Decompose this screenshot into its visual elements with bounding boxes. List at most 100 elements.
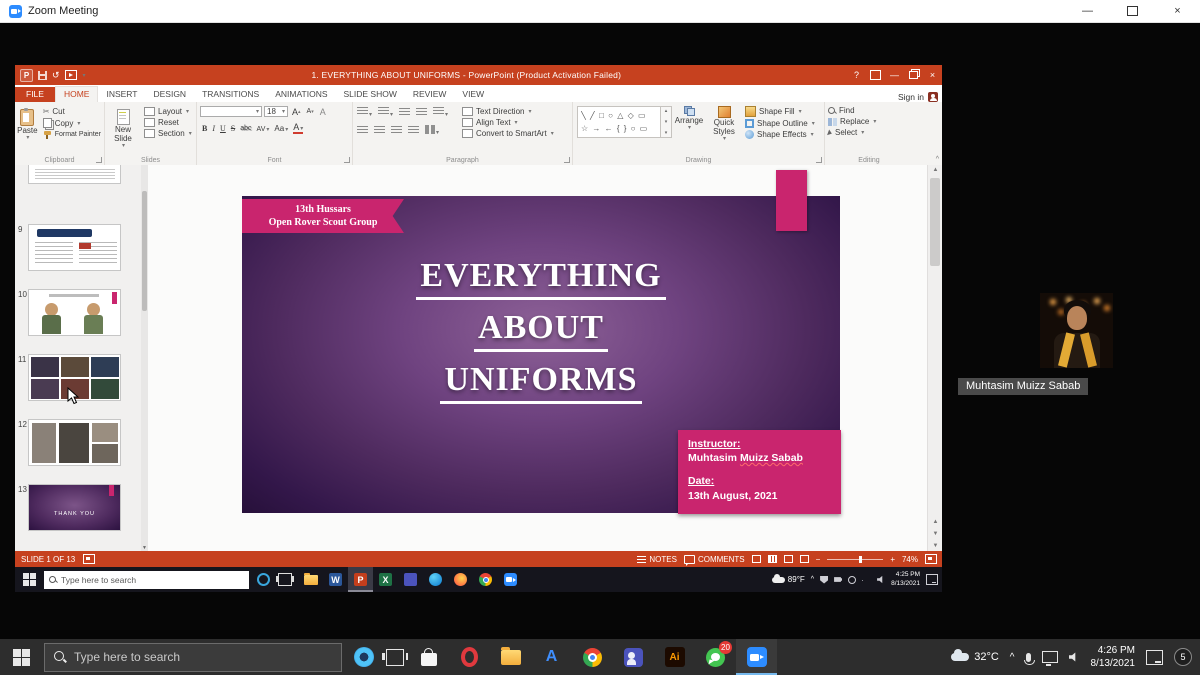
notes-toggle[interactable]: NOTES — [637, 555, 677, 564]
shapes-gallery-scroll[interactable]: ▴ ▾ ▾ — [661, 106, 672, 138]
paste-button[interactable]: Paste ▾ — [15, 105, 40, 165]
grow-font-button[interactable]: A▴ — [290, 107, 303, 117]
font-color-button[interactable]: A▾ — [293, 122, 303, 134]
canvas-scrollbar[interactable]: ▲ ▲ ▼ ▼ — [927, 165, 942, 551]
convert-to-smartart-button[interactable]: Convert to SmartArt▾ — [459, 128, 557, 139]
remote-weather-widget[interactable]: 89°F — [772, 575, 805, 584]
zoom-out-button[interactable]: − — [816, 555, 821, 564]
wifi-icon[interactable] — [862, 578, 865, 581]
font-size-combo[interactable]: 18▾ — [264, 106, 288, 117]
bold-button[interactable]: B — [202, 124, 207, 133]
character-spacing-button[interactable]: AV▾ — [257, 124, 270, 133]
numbering-button[interactable]: ▾ — [378, 107, 393, 118]
quick-styles-button[interactable]: Quick Styles ▾ — [706, 102, 742, 165]
volume-icon[interactable] — [1069, 652, 1080, 662]
new-slide-button[interactable]: New Slide ▾ — [105, 105, 141, 165]
undo-icon[interactable]: ↺ — [52, 70, 60, 81]
remote-firefox-button[interactable] — [448, 567, 473, 592]
host-search-box[interactable]: Type here to search — [44, 643, 342, 672]
comments-toggle[interactable]: COMMENTS — [684, 555, 745, 564]
remote-chrome-button[interactable] — [473, 567, 498, 592]
slide-info-textbox[interactable]: Instructor: Muhtasim Muizz Sabab Date: 1… — [678, 430, 841, 514]
font-name-combo[interactable]: ▾ — [200, 106, 262, 117]
find-button[interactable]: Find — [825, 105, 913, 116]
increase-indent-icon[interactable] — [416, 108, 427, 117]
underline-button[interactable]: U — [220, 124, 226, 133]
participant-video[interactable] — [1040, 293, 1113, 368]
slide-title-textbox[interactable]: EVERYTHING ABOUT UNIFORMS — [242, 257, 840, 413]
clipboard-dialog-launcher-icon[interactable] — [96, 157, 102, 163]
decrease-indent-icon[interactable] — [399, 108, 410, 117]
minimize-button[interactable]: — — [1065, 0, 1110, 22]
reset-button[interactable]: Reset — [141, 117, 195, 128]
start-slideshow-icon[interactable] — [65, 70, 77, 80]
remote-powerpoint-button[interactable]: P — [348, 567, 373, 592]
text-direction-button[interactable]: Text Direction▾ — [459, 106, 557, 117]
shapes-gallery[interactable]: ╲ ╱ □ ○ △ ◇ ▭ ☆ → ← { } ○ ▭ — [577, 106, 661, 138]
host-action-center-icon[interactable] — [1146, 650, 1163, 665]
remote-task-view-button[interactable] — [278, 573, 292, 586]
remote-file-explorer-button[interactable] — [298, 567, 323, 592]
remote-word-button[interactable]: W — [323, 567, 348, 592]
host-teams-button[interactable] — [613, 639, 654, 675]
slide-pink-accent-shape[interactable] — [776, 170, 807, 231]
zoom-level[interactable]: 74% — [902, 555, 918, 564]
remote-action-center-icon[interactable] — [926, 574, 938, 585]
display-icon[interactable] — [1042, 651, 1058, 663]
remote-teams-button[interactable] — [398, 567, 423, 592]
host-task-view-button[interactable] — [386, 649, 404, 666]
maximize-button[interactable] — [1110, 0, 1155, 22]
paragraph-dialog-launcher-icon[interactable] — [564, 157, 570, 163]
strikethrough-button[interactable]: S — [231, 124, 235, 133]
copy-button[interactable]: Copy▾ — [40, 117, 104, 129]
display-settings-icon[interactable] — [83, 554, 95, 564]
tab-slide-show[interactable]: SLIDE SHOW — [336, 87, 405, 102]
shrink-font-button[interactable]: A▾ — [305, 108, 316, 115]
remote-excel-button[interactable]: X — [373, 567, 398, 592]
fit-slide-to-window-button[interactable] — [925, 554, 937, 564]
line-spacing-button[interactable]: ▾ — [433, 107, 448, 118]
host-messenger-button[interactable]: 20 — [695, 639, 736, 675]
host-illustrator-button[interactable]: Ai — [654, 639, 695, 675]
zoom-slider-knob[interactable] — [859, 556, 862, 563]
host-cortana-button[interactable] — [354, 647, 374, 667]
host-start-button[interactable] — [13, 649, 30, 666]
microphone-icon[interactable] — [1026, 653, 1031, 662]
tab-file[interactable]: FILE — [15, 87, 55, 102]
slide-10-thumbnail[interactable] — [28, 289, 121, 336]
thumbnail-scrollbar[interactable]: ▼ — [141, 165, 148, 551]
italic-button[interactable]: I — [212, 124, 215, 133]
help-button[interactable]: ? — [847, 65, 866, 85]
slide-canvas[interactable]: 13th Hussars Open Rover Scout Group EVER… — [148, 165, 927, 551]
scroll-down-icon[interactable]: ▼ — [928, 543, 942, 549]
tab-view[interactable]: VIEW — [454, 87, 492, 102]
next-slide-icon[interactable]: ▼ — [928, 531, 942, 537]
zoom-slider[interactable] — [827, 559, 883, 560]
ppt-restore-button[interactable] — [904, 65, 923, 85]
align-text-button[interactable]: Align Text▾ — [459, 117, 557, 128]
remote-cortana-button[interactable] — [257, 573, 270, 586]
shape-outline-button[interactable]: Shape Outline▾ — [742, 118, 818, 129]
columns-button[interactable]: ▾ — [425, 125, 439, 136]
text-shadow-button[interactable]: abc — [240, 125, 251, 132]
slide-9-thumbnail[interactable] — [28, 224, 121, 271]
hidden-icons-chevron[interactable]: ^ — [1010, 652, 1015, 663]
cut-button[interactable]: ✂Cut — [40, 106, 104, 117]
host-file-explorer-button[interactable] — [490, 639, 531, 675]
host-store-button[interactable] — [408, 639, 449, 675]
host-opera-button[interactable] — [449, 639, 490, 675]
normal-view-button[interactable] — [752, 555, 761, 563]
collapse-ribbon-button[interactable]: ^ — [936, 156, 939, 163]
host-clock[interactable]: 4:26 PM 8/13/2021 — [1091, 644, 1136, 670]
shape-effects-button[interactable]: Shape Effects▾ — [742, 129, 818, 140]
slide-sorter-view-button[interactable] — [768, 555, 777, 563]
section-button[interactable]: Section▾ — [141, 128, 195, 139]
align-right-icon[interactable] — [391, 126, 402, 135]
battery-icon[interactable] — [834, 576, 842, 584]
select-button[interactable]: Select▾ — [825, 127, 913, 138]
ppt-minimize-button[interactable]: — — [885, 65, 904, 85]
slide-8-thumbnail-partial[interactable] — [28, 165, 121, 184]
previous-slide-icon[interactable]: ▲ — [928, 519, 942, 525]
align-center-icon[interactable] — [374, 126, 385, 135]
remote-start-button[interactable] — [23, 573, 36, 586]
